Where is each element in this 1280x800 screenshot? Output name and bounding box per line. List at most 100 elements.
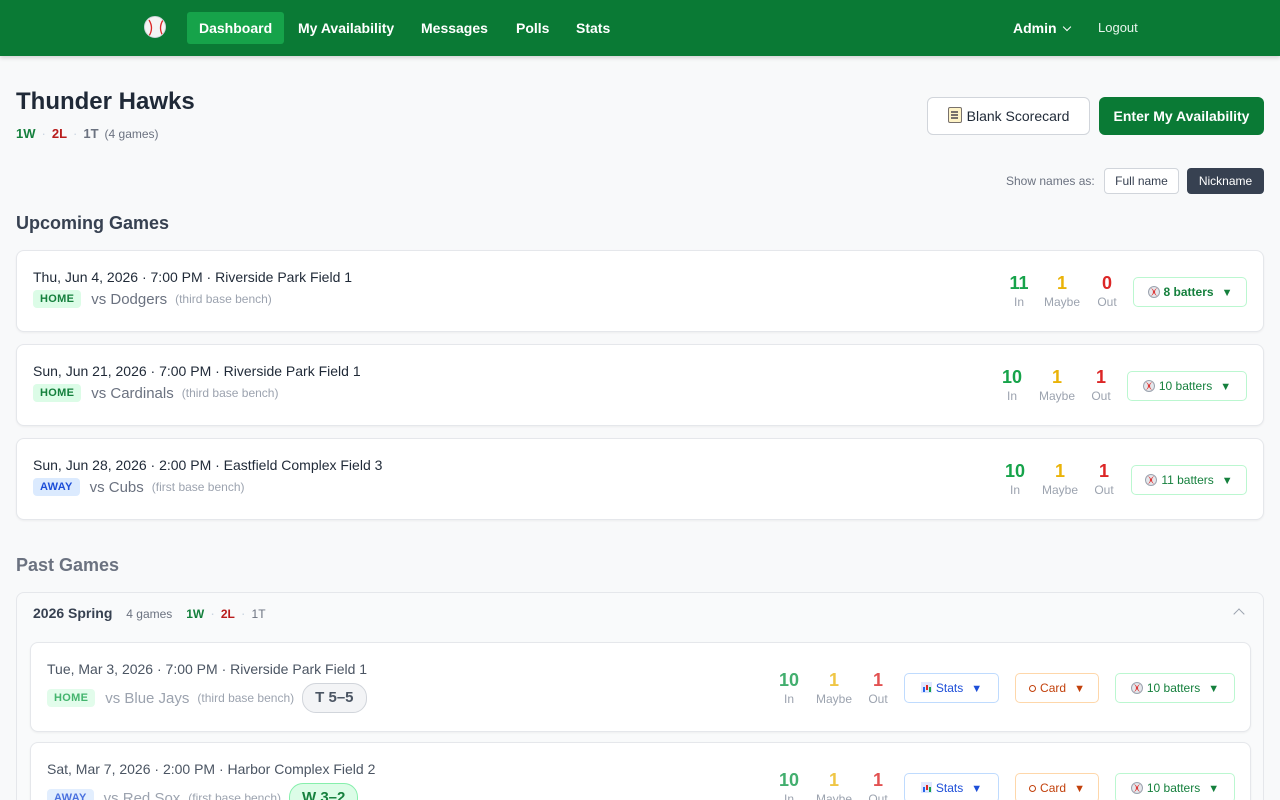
chevron-down-icon <box>1062 22 1071 32</box>
opponent: vs Red Sox <box>103 789 181 800</box>
baseball-icon <box>1142 380 1155 392</box>
label-in: In <box>1006 389 1017 403</box>
bar-chart-icon <box>920 782 932 793</box>
stats-dropdown[interactable]: Stats ▼ <box>904 673 999 703</box>
enter-availability-button[interactable]: Enter My Availability <box>1099 97 1264 135</box>
caret-down-icon: ▼ <box>1208 783 1220 795</box>
season-header[interactable]: 2026 Spring 4 games 1W · 2L · 1T <box>33 605 266 621</box>
season-losses: 2L <box>220 607 235 621</box>
game-card[interactable]: Sun, Jun 28, 2026 · 2:00 PM · Eastfield … <box>16 438 1264 520</box>
label-maybe: Maybe <box>1043 295 1081 309</box>
count-out: 1 <box>1095 367 1106 387</box>
toggle-full-name[interactable]: Full name <box>1104 168 1179 194</box>
count-maybe: 1 <box>1056 273 1067 293</box>
batters-label: 10 batters <box>1146 781 1201 795</box>
toggle-nickname[interactable]: Nickname <box>1187 168 1264 194</box>
count-out: 0 <box>1101 273 1112 293</box>
baseball-icon[interactable] <box>144 16 166 38</box>
stats-label: Stats <box>935 781 964 795</box>
season-games-count: 4 games <box>126 607 173 621</box>
stats-dropdown[interactable]: Stats ▼ <box>904 773 999 800</box>
batters-dropdown[interactable]: 10 batters ▼ <box>1115 673 1235 703</box>
opponent: vs Blue Jays <box>105 689 190 707</box>
past-game-card[interactable]: Tue, Mar 3, 2026 · 7:00 PM · Riverside P… <box>30 642 1251 732</box>
admin-menu[interactable]: Admin <box>1001 12 1082 44</box>
scorecard-icon <box>947 107 962 123</box>
show-names-label: Show names as: <box>1006 174 1095 188</box>
logout-link[interactable]: Logout <box>1098 12 1138 44</box>
caret-down-icon: ▼ <box>971 683 983 695</box>
upcoming-games-title: Upcoming Games <box>16 213 170 233</box>
count-out: 1 <box>872 670 883 690</box>
blank-scorecard-button[interactable]: Blank Scorecard <box>927 97 1090 135</box>
batters-label: 10 batters <box>1158 379 1213 393</box>
label-out: Out <box>868 792 888 800</box>
nav-messages[interactable]: Messages <box>409 12 500 44</box>
card-dropdown[interactable]: Card ▼ <box>1015 773 1099 800</box>
season-wins: 1W <box>186 607 205 621</box>
circle-icon <box>1029 785 1037 792</box>
card-label: Card <box>1040 681 1067 695</box>
card-dropdown[interactable]: Card ▼ <box>1015 673 1099 703</box>
label-out: Out <box>1094 483 1114 497</box>
count-in: 10 <box>778 670 800 690</box>
batters-dropdown[interactable]: 11 batters ▼ <box>1131 465 1247 495</box>
count-maybe: 1 <box>1051 367 1062 387</box>
caret-down-icon: ▼ <box>1074 683 1085 695</box>
opponent: vs Cubs <box>89 478 144 496</box>
label-maybe: Maybe <box>815 792 853 800</box>
nav-my-availability[interactable]: My Availability <box>286 12 406 44</box>
game-card[interactable]: Thu, Jun 4, 2026 · 7:00 PM · Riverside P… <box>16 250 1264 332</box>
nav-stats[interactable]: Stats <box>564 12 622 44</box>
count-maybe: 1 <box>828 670 839 690</box>
count-in: 10 <box>1001 367 1023 387</box>
baseball-icon <box>1145 474 1158 486</box>
separator-dot: · <box>73 126 78 141</box>
game-datetime-location: Sat, Mar 7, 2026 · 2:00 PM · Harbor Comp… <box>47 761 376 777</box>
baseball-icon <box>1130 682 1143 694</box>
bench-side: (third base bench) <box>197 691 295 705</box>
batters-label: 11 batters <box>1161 473 1214 487</box>
home-away-badge: AWAY <box>33 478 80 496</box>
separator-dot: · <box>210 605 215 621</box>
chevron-up-icon[interactable] <box>1233 608 1245 620</box>
season-ties: 1T <box>251 607 266 621</box>
caret-down-icon: ▼ <box>1074 783 1085 795</box>
past-game-card[interactable]: Sat, Mar 7, 2026 · 2:00 PM · Harbor Comp… <box>30 742 1251 800</box>
home-away-badge: HOME <box>33 384 82 402</box>
separator-dot: · <box>240 605 246 621</box>
nav-dashboard[interactable]: Dashboard <box>187 12 285 44</box>
opponent: vs Dodgers <box>91 290 168 308</box>
card-label: Card <box>1040 781 1067 795</box>
availability-counts: 10 In 1 Maybe 1 Out <box>764 670 904 710</box>
game-card[interactable]: Sun, Jun 21, 2026 · 7:00 PM · Riverside … <box>16 344 1264 426</box>
count-in: 10 <box>1004 461 1026 481</box>
admin-label: Admin <box>1013 20 1057 36</box>
availability-counts: 11 In 1 Maybe 0 Out <box>994 273 1134 313</box>
team-name: Thunder Hawks <box>16 88 195 115</box>
availability-counts: 10 In 1 Maybe 1 Out <box>987 367 1127 407</box>
home-away-badge: HOME <box>47 689 96 707</box>
record-ties: 1T <box>83 126 99 141</box>
game-datetime-location: Tue, Mar 3, 2026 · 7:00 PM · Riverside P… <box>47 661 368 677</box>
game-result-badge: T 5–5 <box>302 683 367 713</box>
games-count: (4 games) <box>104 127 159 141</box>
opponent: vs Cardinals <box>91 384 174 402</box>
label-out: Out <box>1097 295 1117 309</box>
batters-dropdown[interactable]: 8 batters ▼ <box>1133 277 1247 307</box>
count-in: 10 <box>778 770 800 790</box>
label-in: In <box>783 792 794 800</box>
label-out: Out <box>868 692 888 706</box>
batters-dropdown[interactable]: 10 batters ▼ <box>1127 371 1247 401</box>
nav-polls[interactable]: Polls <box>504 12 561 44</box>
stats-label: Stats <box>935 681 964 695</box>
count-maybe: 1 <box>1054 461 1065 481</box>
label-maybe: Maybe <box>1041 483 1079 497</box>
game-datetime-location: Sun, Jun 28, 2026 · 2:00 PM · Eastfield … <box>33 457 383 473</box>
label-in: In <box>783 692 794 706</box>
count-out: 1 <box>872 770 883 790</box>
past-games-title: Past Games <box>16 555 120 575</box>
home-away-badge: HOME <box>33 290 82 308</box>
caret-down-icon: ▼ <box>1221 287 1233 299</box>
batters-dropdown[interactable]: 10 batters ▼ <box>1115 773 1235 800</box>
